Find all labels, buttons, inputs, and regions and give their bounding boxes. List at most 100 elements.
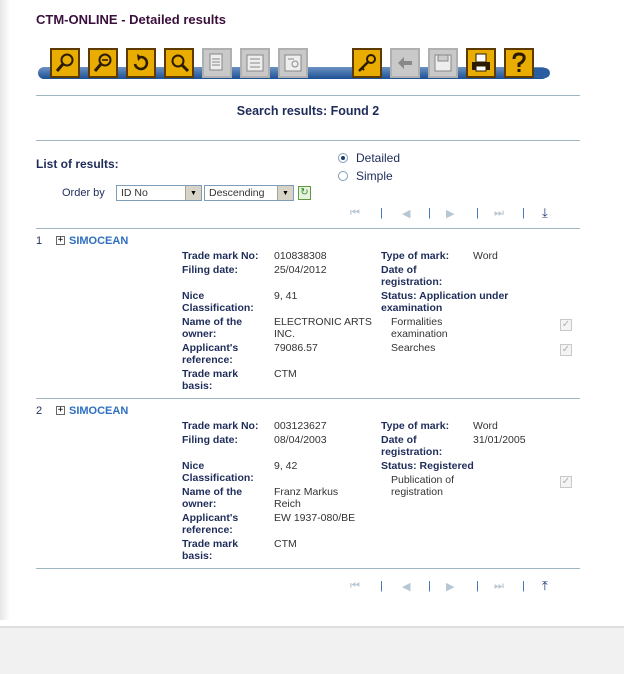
label-line: registration: [381, 276, 443, 288]
filing-date-label: Filing date: [182, 264, 238, 276]
key-icon [358, 54, 376, 72]
pager-separator: | [428, 207, 431, 219]
pager-separator: | [522, 207, 525, 219]
applicant-reference-label: Applicant's reference: [182, 512, 238, 536]
chevron-down-icon[interactable]: ▼ [277, 186, 293, 200]
previous-page-icon[interactable]: ◀ [402, 580, 410, 593]
trade-mark-name-link[interactable]: SIMOCEAN [69, 235, 128, 247]
pager-separator: | [522, 580, 525, 592]
save-button[interactable] [428, 48, 458, 78]
expand-icon[interactable]: + [56, 406, 65, 415]
advanced-search-button[interactable] [88, 48, 118, 78]
label-line: basis: [182, 380, 213, 392]
value-line: Searches [391, 342, 436, 354]
type-of-mark-label: Type of mark: [381, 250, 450, 262]
divider [36, 568, 580, 569]
pager-separator: | [380, 580, 383, 592]
label-line: Nice [182, 460, 205, 472]
label-line: owner: [182, 328, 217, 340]
status-label-text: Status: [381, 290, 417, 302]
owner-label: Name of the owner: [182, 486, 242, 510]
order-by-value: ID No [121, 187, 148, 199]
last-page-icon[interactable]: ⏭ [494, 207, 504, 220]
toolbar-cap [534, 68, 550, 78]
document-icon [209, 53, 223, 71]
order-by-select[interactable]: ID No ▼ [116, 185, 202, 201]
page: CTM-ONLINE - Detailed results Search res… [0, 0, 624, 674]
trade-mark-basis-label: Trade mark basis: [182, 538, 238, 562]
nice-classification-label: Nice Classification: [182, 290, 254, 314]
progress-checkbox: ✓ [560, 476, 572, 488]
radio-button[interactable] [338, 171, 348, 181]
direction-select[interactable]: Descending ▼ [204, 185, 294, 201]
result-index: 2 [36, 405, 43, 417]
trade-mark-basis-value: CTM [274, 538, 297, 550]
label-line: Applicant's [182, 342, 239, 354]
next-page-icon[interactable]: ▶ [446, 207, 454, 220]
label-line: basis: [182, 550, 213, 562]
trade-mark-name-link[interactable]: SIMOCEAN [69, 405, 128, 417]
next-page-icon[interactable]: ▶ [446, 580, 454, 593]
pager-separator: | [380, 207, 383, 219]
status-value-line2: examination [381, 302, 443, 314]
label-line: Date of [381, 434, 417, 446]
help-button[interactable] [504, 48, 534, 78]
date-of-registration-label: Date of registration: [381, 264, 442, 288]
scroll-to-top-icon[interactable]: ⤒ [542, 578, 548, 594]
filing-date-label: Filing date: [182, 434, 238, 446]
type-of-mark-value: Word [473, 420, 498, 432]
value-line: Publication of [391, 474, 455, 486]
list-view-button[interactable] [240, 48, 270, 78]
value-line: registration [391, 486, 443, 498]
view-option-label: Detailed [356, 151, 401, 165]
status-value: Registered [419, 460, 474, 472]
back-search-button[interactable] [126, 48, 156, 78]
detail-card-icon [284, 54, 302, 72]
back-button[interactable] [390, 48, 420, 78]
list-icon [246, 54, 264, 72]
label-line: registration: [381, 446, 443, 458]
trade-mark-basis-value: CTM [274, 368, 297, 380]
first-page-icon[interactable]: ⏮ [350, 207, 360, 220]
view-option-simple[interactable]: Simple [338, 169, 393, 183]
label-line: Classification: [182, 302, 254, 314]
details-view-button[interactable] [278, 48, 308, 78]
nice-classification-value: 9, 42 [274, 460, 298, 472]
applicant-reference-value: EW 1937-080/BE [274, 512, 356, 524]
nice-classification-label: Nice Classification: [182, 460, 254, 484]
chevron-down-icon[interactable]: ▼ [185, 186, 201, 200]
print-button[interactable] [466, 48, 496, 78]
simple-search-button[interactable] [50, 48, 80, 78]
applicant-reference-label: Applicant's reference: [182, 342, 238, 366]
label-line: Trade mark [182, 538, 239, 550]
return-arrow-icon [133, 54, 149, 71]
nice-classification-value: 9, 41 [274, 290, 298, 302]
toolbar [36, 45, 550, 85]
radio-button[interactable] [338, 153, 348, 163]
view-option-detailed[interactable]: Detailed [338, 151, 400, 165]
label-line: reference: [182, 354, 233, 366]
page-title: CTM-ONLINE - Detailed results [36, 12, 226, 27]
expand-icon[interactable]: + [56, 236, 65, 245]
status-label-text: Status: [381, 460, 417, 472]
pager-separator: | [476, 580, 479, 592]
owner-value: Franz Markus Reich [274, 486, 338, 510]
print-list-button[interactable] [202, 48, 232, 78]
order-by-label: Order by [62, 187, 105, 199]
previous-page-icon[interactable]: ◀ [402, 207, 410, 220]
login-button[interactable] [352, 48, 382, 78]
main-panel: CTM-ONLINE - Detailed results Search res… [36, 0, 580, 620]
refresh-icon[interactable]: ↻ [298, 186, 311, 200]
value-line: Formalities [391, 316, 443, 328]
value-line: Reich [274, 498, 301, 510]
printer-icon [472, 53, 490, 72]
direction-value: Descending [209, 187, 265, 199]
last-page-icon[interactable]: ⏭ [494, 580, 504, 593]
first-page-icon[interactable]: ⏮ [350, 580, 360, 593]
search-by-key-button[interactable] [164, 48, 194, 78]
filing-date-value: 25/04/2012 [274, 264, 327, 276]
status-label: Status: Registered [381, 460, 561, 472]
divider [36, 95, 580, 96]
scroll-to-bottom-icon[interactable]: ⤓ [542, 205, 548, 221]
status-label: Status: Application under examination [381, 290, 561, 314]
